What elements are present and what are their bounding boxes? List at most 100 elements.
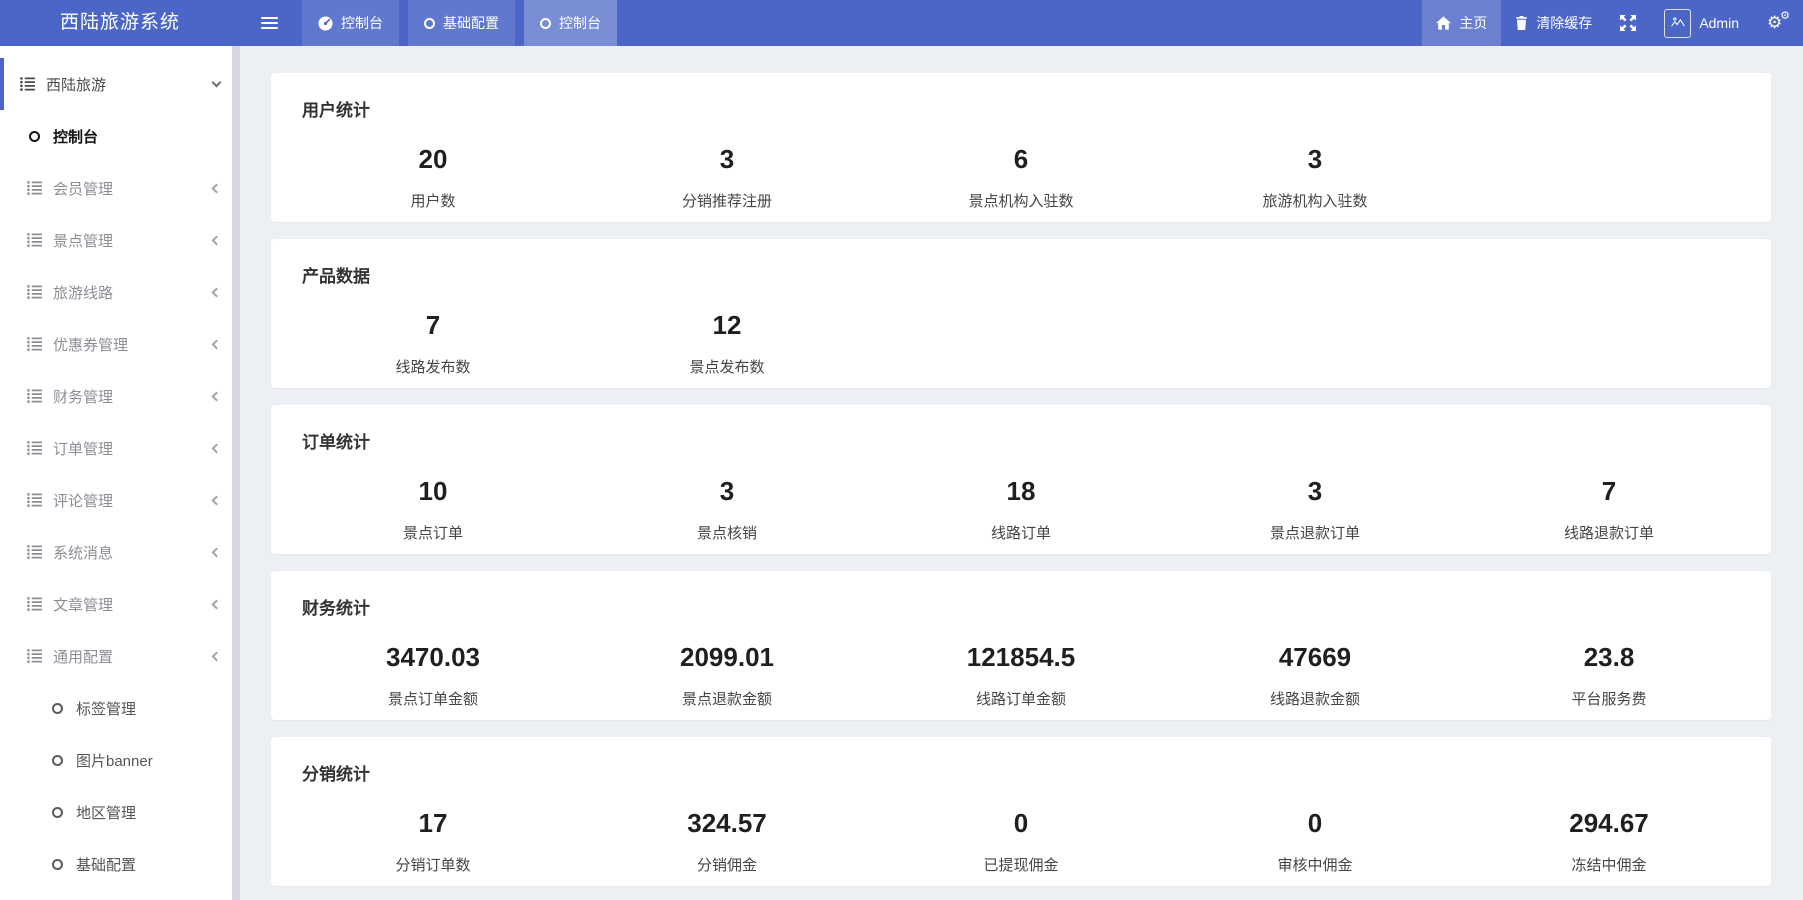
sidebar-item-label: 优惠券管理	[53, 334, 128, 355]
sidebar-item-label: 财务管理	[53, 386, 113, 407]
stat-value: 3	[580, 476, 874, 506]
sidebar-toggle-button[interactable]	[248, 0, 290, 46]
stat-label: 平台服务费	[1462, 688, 1756, 709]
circle-icon	[540, 18, 551, 29]
stat-label: 冻结中佣金	[1462, 854, 1756, 875]
sidebar-item-label: 评论管理	[53, 490, 113, 511]
stat-value: 0	[1168, 808, 1462, 838]
stat-value: 3	[1168, 144, 1462, 174]
sidebar-item-member-management[interactable]: 会员管理	[0, 162, 240, 214]
trash-icon	[1515, 16, 1528, 30]
stat-value: 3	[580, 144, 874, 174]
user-menu[interactable]: Admin	[1650, 0, 1753, 46]
nav-tab-dashboard-2[interactable]: 控制台	[524, 0, 617, 46]
sidebar-item-label: 标签管理	[76, 698, 136, 719]
sidebar-item-scenic-management[interactable]: 景点管理	[0, 214, 240, 266]
sidebar-scrollbar[interactable]	[232, 46, 240, 900]
stat-value: 18	[874, 476, 1168, 506]
stat-order-stats-0: 10景点订单	[286, 476, 580, 543]
stat-label: 旅游机构入驻数	[1168, 190, 1462, 211]
stat-user-stats-2: 6景点机构入驻数	[874, 144, 1168, 211]
sidebar-item-order-management[interactable]: 订单管理	[0, 422, 240, 474]
stat-user-stats-1: 3 分销推荐注册	[580, 144, 874, 211]
home-label: 主页	[1459, 13, 1487, 33]
settings-button[interactable]: ⚙⚙	[1753, 0, 1803, 46]
nav-tabs: 控制台基础配置控制台	[302, 0, 617, 46]
stat-value: 7	[1462, 476, 1756, 506]
chevron-left-icon	[212, 339, 222, 349]
app-brand[interactable]: 西陆旅游系统	[0, 0, 240, 46]
stat-label: 分销推荐注册	[580, 190, 874, 211]
circle-icon	[49, 703, 66, 714]
sidebar-item-label: 订单管理	[53, 438, 113, 459]
sidebar-item-finance-management[interactable]: 财务管理	[0, 370, 240, 422]
stat-label: 景点退款金额	[580, 688, 874, 709]
stat-value: 2099.01	[580, 642, 874, 672]
stat-value: 7	[286, 310, 580, 340]
card-distribution-stats: 分销统计17分销订单数324.57分销佣金0已提现佣金0审核中佣金294.67冻…	[271, 737, 1771, 886]
sidebar-item-label: 地区管理	[76, 802, 136, 823]
home-link[interactable]: 主页	[1422, 0, 1501, 46]
nav-tab-basic-config[interactable]: 基础配置	[408, 0, 515, 46]
list-icon	[26, 181, 43, 195]
sidebar-item-label: 会员管理	[53, 178, 113, 199]
avatar	[1664, 9, 1691, 38]
sidebar-item-label: 通用配置	[53, 646, 113, 667]
list-icon	[26, 233, 43, 247]
chevron-left-icon	[212, 547, 222, 557]
fullscreen-button[interactable]	[1606, 0, 1650, 46]
sidebar-item-label: 基础配置	[76, 854, 136, 875]
nav-tab-dashboard[interactable]: 控制台	[302, 0, 399, 46]
sidebar-item-label: 系统消息	[53, 542, 113, 563]
sidebar-item-label: 西陆旅游	[46, 74, 106, 95]
card-title: 财务统计	[286, 594, 1756, 619]
stat-label: 分销佣金	[580, 854, 874, 875]
stat-value: 6	[874, 144, 1168, 174]
card-title: 用户统计	[286, 96, 1756, 121]
stat-value: 324.57	[580, 808, 874, 838]
sidebar-item-label: 图片banner	[76, 750, 153, 771]
list-icon	[26, 649, 43, 663]
list-icon	[26, 545, 43, 559]
sidebar-item-xilu-travel[interactable]: 西陆旅游	[0, 58, 240, 110]
sidebar-item-general-config[interactable]: 通用配置	[0, 630, 240, 682]
stat-label: 线路退款订单	[1462, 522, 1756, 543]
sidebar-item-basic-config-sub[interactable]: 基础配置	[0, 838, 240, 890]
sidebar-item-tag-management[interactable]: 标签管理	[0, 682, 240, 734]
stat-finance-stats-0: 3470.03景点订单金额	[286, 642, 580, 709]
stat-value: 3	[1168, 476, 1462, 506]
sidebar-item-article-management[interactable]: 文章管理	[0, 578, 240, 630]
sidebar-item-travel-routes[interactable]: 旅游线路	[0, 266, 240, 318]
list-icon	[26, 389, 43, 403]
sidebar-item-comment-management[interactable]: 评论管理	[0, 474, 240, 526]
sidebar-item-banner-images[interactable]: 图片banner	[0, 734, 240, 786]
sidebar: 西陆旅游控制台会员管理景点管理旅游线路优惠券管理财务管理订单管理评论管理系统消息…	[0, 46, 240, 900]
sidebar-item-region-management[interactable]: 地区管理	[0, 786, 240, 838]
chevron-left-icon	[212, 651, 222, 661]
sidebar-item-console[interactable]: 控制台	[0, 110, 240, 162]
stat-product-data-1: 12景点发布数	[580, 310, 874, 377]
gears-icon: ⚙⚙	[1767, 13, 1789, 33]
card-product-data: 产品数据7线路发布数12景点发布数	[271, 239, 1771, 388]
stat-distribution-stats-0: 17分销订单数	[286, 808, 580, 875]
circle-icon	[49, 755, 66, 766]
chevron-left-icon	[212, 443, 222, 453]
sidebar-item-system-messages[interactable]: 系统消息	[0, 526, 240, 578]
stat-finance-stats-4: 23.8平台服务费	[1462, 642, 1756, 709]
list-icon	[26, 597, 43, 611]
card-title: 分销统计	[286, 760, 1756, 785]
stat-order-stats-4: 7 线路退款订单	[1462, 476, 1756, 543]
stat-product-data-0: 7线路发布数	[286, 310, 580, 377]
stat-distribution-stats-3: 0审核中佣金	[1168, 808, 1462, 875]
stat-user-stats-3: 3 旅游机构入驻数	[1168, 144, 1462, 211]
expand-arrows-icon	[1620, 15, 1636, 31]
sidebar-item-coupon-management[interactable]: 优惠券管理	[0, 318, 240, 370]
stat-label: 景点订单金额	[286, 688, 580, 709]
stat-order-stats-1: 3景点核销	[580, 476, 874, 543]
clear-cache-button[interactable]: 清除缓存	[1501, 0, 1606, 46]
navbar-right: 主页 清除缓存 Admin ⚙⚙	[1422, 0, 1803, 46]
sidebar-item-label: 文章管理	[53, 594, 113, 615]
circle-icon	[49, 807, 66, 818]
sidebar-item-label: 控制台	[53, 126, 98, 147]
chevron-left-icon	[212, 391, 222, 401]
